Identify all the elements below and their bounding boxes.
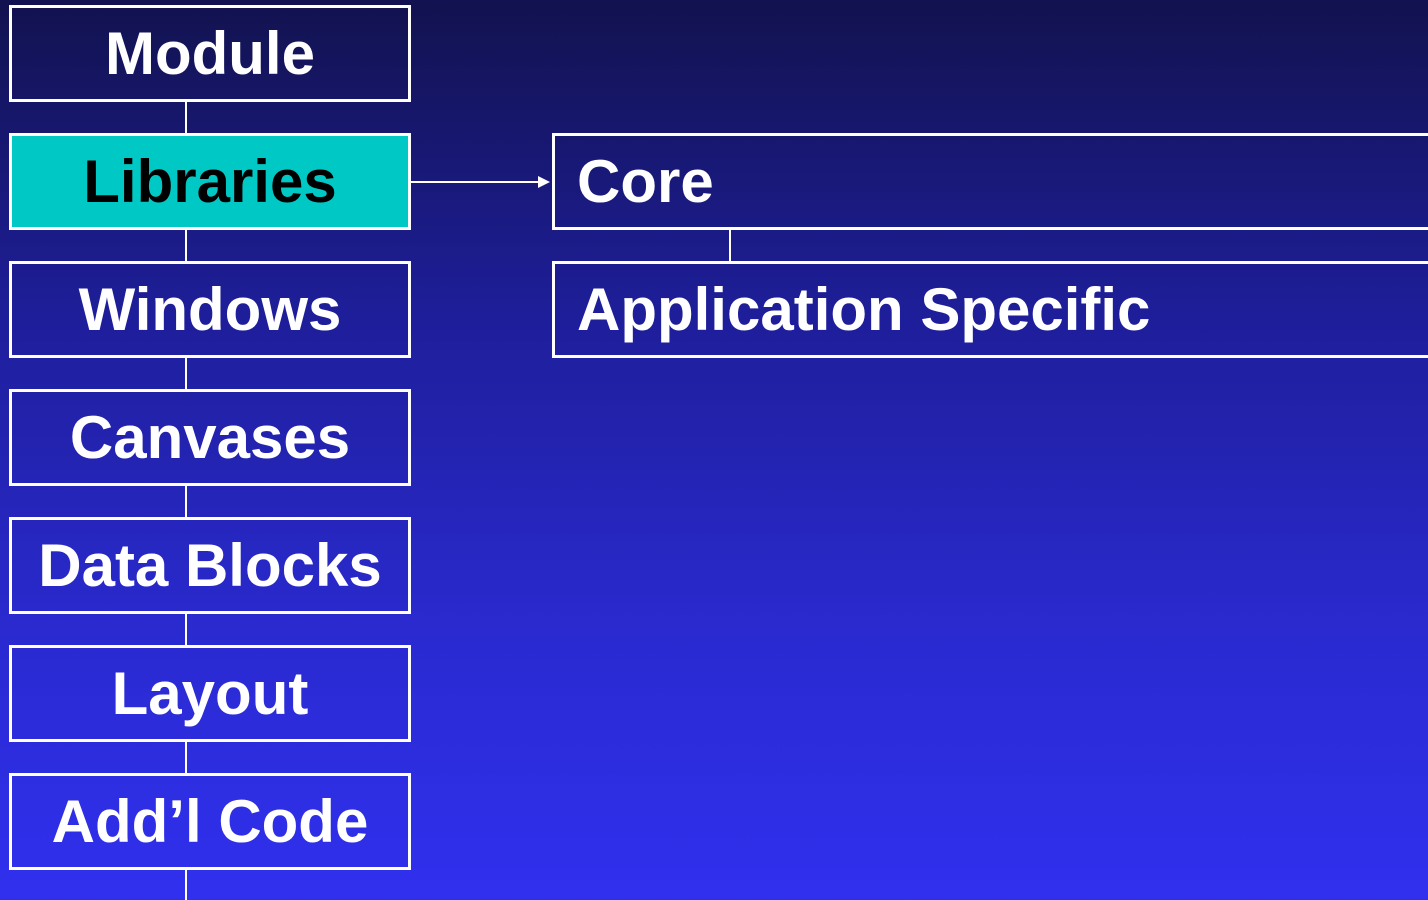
arrow-libraries-to-core-head bbox=[538, 176, 550, 188]
core-box[interactable]: Core bbox=[552, 133, 1428, 230]
windows-label: Windows bbox=[78, 276, 342, 343]
connector-canvases-data-blocks bbox=[185, 486, 187, 518]
data-blocks-box[interactable]: Data Blocks bbox=[9, 517, 411, 614]
connector-addl-code-continuation bbox=[185, 870, 187, 900]
module-label: Module bbox=[105, 20, 315, 87]
libraries-box[interactable]: Libraries bbox=[9, 133, 411, 230]
canvases-box[interactable]: Canvases bbox=[9, 389, 411, 486]
connector-module-libraries bbox=[185, 102, 187, 134]
application-specific-box[interactable]: Application Specific bbox=[552, 261, 1428, 358]
libraries-label: Libraries bbox=[83, 148, 337, 215]
arrow-libraries-to-core-line bbox=[411, 181, 539, 183]
core-label: Core bbox=[577, 148, 714, 215]
windows-box[interactable]: Windows bbox=[9, 261, 411, 358]
addl-code-label: Add’l Code bbox=[51, 788, 369, 855]
layout-box[interactable]: Layout bbox=[9, 645, 411, 742]
connector-data-blocks-layout bbox=[185, 614, 187, 646]
canvases-label: Canvases bbox=[69, 404, 351, 471]
connector-windows-canvases bbox=[185, 358, 187, 390]
module-box[interactable]: Module bbox=[9, 5, 411, 102]
addl-code-box[interactable]: Add’l Code bbox=[9, 773, 411, 870]
application-specific-label: Application Specific bbox=[577, 276, 1151, 343]
connector-layout-addl-code bbox=[185, 742, 187, 774]
connector-libraries-windows bbox=[185, 230, 187, 262]
diagram-canvas: { "modules": { "module": "Module", "libr… bbox=[0, 0, 1428, 900]
connector-core-application-specific bbox=[729, 230, 731, 262]
layout-label: Layout bbox=[111, 660, 309, 727]
data-blocks-label: Data Blocks bbox=[38, 532, 382, 599]
